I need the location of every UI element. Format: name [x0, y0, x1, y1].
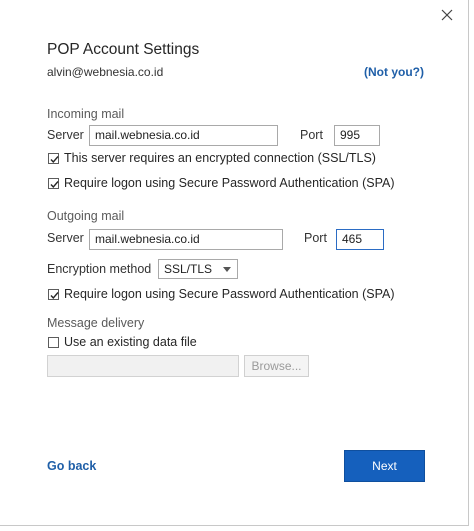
outgoing-port-input[interactable]: 465: [336, 229, 384, 250]
incoming-ssl-checkbox[interactable]: [48, 153, 59, 164]
encryption-method-label: Encryption method: [47, 262, 152, 276]
encryption-method-value: SSL/TLS: [164, 262, 213, 276]
incoming-server-input[interactable]: mail.webnesia.co.id: [89, 125, 278, 146]
outgoing-port-label: Port: [304, 231, 327, 245]
existing-data-file-checkbox[interactable]: [48, 337, 59, 348]
incoming-port-input[interactable]: 995: [334, 125, 380, 146]
incoming-port-label: Port: [300, 128, 323, 142]
outgoing-spa-checkbox[interactable]: [48, 289, 59, 300]
checkmark-icon: [50, 156, 59, 164]
incoming-spa-label: Require logon using Secure Password Auth…: [64, 176, 395, 190]
pop-account-settings-dialog: POP Account Settings alvin@webnesia.co.i…: [0, 0, 469, 526]
incoming-mail-heading: Incoming mail: [47, 107, 125, 121]
account-email: alvin@webnesia.co.id: [47, 65, 164, 79]
dialog-title: POP Account Settings: [47, 41, 200, 58]
browse-button[interactable]: Browse...: [244, 355, 309, 377]
outgoing-mail-heading: Outgoing mail: [47, 209, 125, 223]
outgoing-spa-label: Require logon using Secure Password Auth…: [64, 287, 395, 301]
checkmark-icon: [50, 181, 59, 189]
checkmark-icon: [50, 292, 59, 300]
incoming-server-label: Server: [47, 128, 84, 142]
data-file-path-input[interactable]: [47, 355, 239, 377]
go-back-link[interactable]: Go back: [47, 459, 96, 473]
outgoing-server-label: Server: [47, 231, 84, 245]
not-you-link[interactable]: (Not you?): [364, 65, 424, 79]
encryption-method-select[interactable]: SSL/TLS: [158, 259, 238, 279]
incoming-ssl-label: This server requires an encrypted connec…: [64, 151, 376, 165]
close-button[interactable]: [438, 6, 456, 24]
incoming-spa-checkbox[interactable]: [48, 178, 59, 189]
outgoing-server-input[interactable]: mail.webnesia.co.id: [89, 229, 283, 250]
existing-data-file-label: Use an existing data file: [64, 335, 197, 349]
next-button[interactable]: Next: [344, 450, 425, 482]
message-delivery-heading: Message delivery: [47, 316, 145, 330]
chevron-down-icon: [223, 267, 231, 272]
close-icon: [441, 9, 453, 21]
